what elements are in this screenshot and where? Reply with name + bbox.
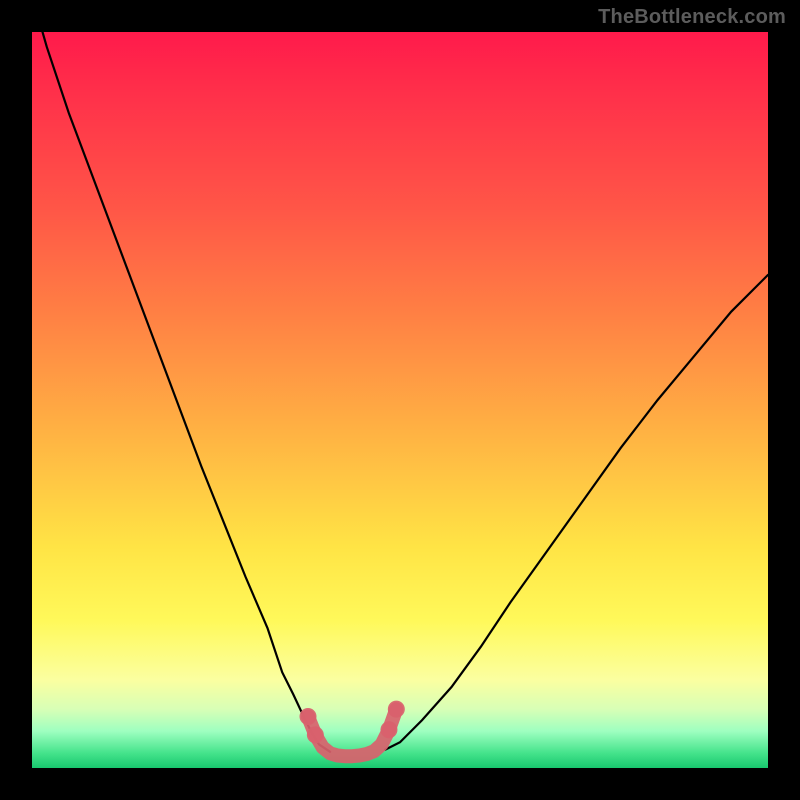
curve-left-line	[32, 32, 330, 752]
highlight-region	[300, 701, 405, 757]
chart-svg	[32, 32, 768, 768]
plot-area	[32, 32, 768, 768]
curve-right-line	[385, 275, 768, 750]
watermark-text: TheBottleneck.com	[598, 6, 786, 29]
chart-frame: TheBottleneck.com	[0, 0, 800, 800]
